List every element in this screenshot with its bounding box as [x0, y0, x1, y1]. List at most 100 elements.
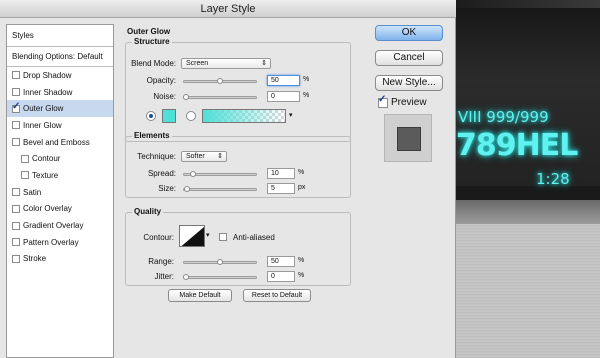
jitter-field[interactable]: 0 — [267, 271, 295, 282]
jitter-slider-knob[interactable] — [183, 274, 189, 280]
style-item-outer-glow[interactable]: Outer Glow — [7, 100, 113, 118]
style-item-label: Inner Glow — [23, 120, 62, 130]
reset-to-default-button[interactable]: Reset to Default — [243, 289, 311, 302]
outer-glow-panel: Outer Glow Structure Blend Mode: Screen … — [121, 24, 357, 358]
contour-label: Contour: — [143, 233, 174, 242]
technique-value: Softer — [186, 153, 205, 160]
solid-color-radio[interactable] — [146, 111, 156, 121]
style-item-texture[interactable]: Texture — [7, 167, 113, 184]
noise-unit: % — [303, 92, 310, 99]
spread-field[interactable]: 10 — [267, 168, 295, 179]
make-default-button[interactable]: Make Default — [168, 289, 232, 302]
canvas-metal-band — [455, 200, 600, 224]
style-item-stroke[interactable]: Stroke — [7, 251, 113, 268]
style-item-checkbox[interactable] — [12, 204, 20, 213]
anti-aliased-checkbox[interactable] — [219, 233, 227, 241]
chevron-updown-icon: ⇕ — [217, 153, 223, 160]
preview-swatch — [397, 127, 421, 151]
chevron-updown-icon: ⇕ — [261, 60, 267, 67]
noise-label: Noise: — [153, 92, 176, 101]
gradient-dropdown-icon[interactable]: ▾ — [289, 111, 293, 119]
canvas-glow-line1: VIII 999/999 — [458, 108, 549, 126]
style-item-inner-shadow[interactable]: Inner Shadow — [7, 84, 113, 101]
preview-toggle[interactable]: Preview — [378, 94, 427, 108]
blending-options-item[interactable]: Blending Options: Default — [7, 47, 113, 67]
new-style-button[interactable]: New Style... — [375, 75, 443, 91]
range-label: Range: — [148, 257, 174, 266]
style-item-label: Bevel and Emboss — [23, 137, 90, 147]
range-unit: % — [298, 257, 305, 264]
style-item-satin[interactable]: Satin — [7, 184, 113, 201]
opacity-unit: % — [303, 76, 310, 83]
canvas-glow-line2: 789HEL — [456, 128, 578, 163]
ok-button[interactable]: OK — [375, 25, 443, 41]
gradient-radio[interactable] — [186, 111, 196, 121]
style-item-label: Drop Shadow — [23, 70, 72, 80]
preview-thumbnail — [384, 114, 432, 162]
range-field[interactable]: 50 — [267, 256, 295, 267]
jitter-unit: % — [298, 272, 305, 279]
layer-style-dialog: Layer Style Styles Blending Options: Def… — [0, 0, 456, 358]
style-item-label: Inner Shadow — [23, 87, 73, 97]
opacity-label: Opacity: — [146, 76, 176, 85]
size-slider[interactable] — [183, 188, 257, 191]
style-item-checkbox[interactable] — [12, 88, 20, 97]
structure-title: Structure — [132, 37, 172, 46]
style-item-label: Texture — [32, 170, 59, 180]
glow-gradient-picker[interactable] — [202, 109, 286, 123]
style-item-checkbox[interactable] — [21, 171, 29, 180]
range-slider-knob[interactable] — [217, 259, 223, 265]
style-item-gradient-overlay[interactable]: Gradient Overlay — [7, 217, 113, 234]
styles-list: Styles Blending Options: Default Drop Sh… — [6, 24, 114, 358]
style-item-checkbox[interactable] — [12, 238, 20, 247]
opacity-slider-knob[interactable] — [217, 78, 223, 84]
contour-dropdown-icon[interactable]: ▾ — [206, 231, 210, 239]
styles-header[interactable]: Styles — [7, 25, 113, 47]
noise-slider-knob[interactable] — [183, 94, 189, 100]
style-item-checkbox[interactable] — [12, 254, 20, 263]
noise-slider[interactable] — [183, 96, 257, 99]
jitter-label: Jitter: — [154, 272, 174, 281]
noise-field[interactable]: 0 — [267, 91, 300, 102]
contour-picker[interactable] — [179, 225, 205, 247]
canvas-top-strip — [455, 0, 600, 8]
style-item-color-overlay[interactable]: Color Overlay — [7, 201, 113, 218]
size-unit: px — [298, 184, 306, 191]
style-item-checkbox[interactable] — [12, 138, 20, 147]
style-item-checkbox[interactable] — [12, 221, 20, 230]
style-item-label: Stroke — [23, 254, 47, 264]
canvas-display — [455, 0, 600, 198]
style-item-checkbox[interactable] — [21, 154, 29, 163]
style-item-label: Outer Glow — [23, 104, 64, 114]
canvas-glow-line3: 1:28 — [536, 170, 570, 188]
spread-slider-knob[interactable] — [189, 171, 196, 177]
style-item-checkbox[interactable] — [12, 121, 20, 130]
quality-title: Quality — [132, 207, 164, 216]
cancel-button[interactable]: Cancel — [375, 50, 443, 66]
style-item-bevel-and-emboss[interactable]: Bevel and Emboss — [7, 134, 113, 151]
style-item-label: Satin — [23, 187, 42, 197]
dialog-title: Layer Style — [0, 0, 456, 18]
technique-select[interactable]: Softer ⇕ — [181, 151, 227, 162]
technique-label: Technique: — [137, 152, 176, 161]
style-item-checkbox[interactable] — [12, 188, 20, 197]
elements-group: Elements Technique: Softer ⇕ Spread: 10 … — [125, 131, 351, 198]
style-item-inner-glow[interactable]: Inner Glow — [7, 117, 113, 134]
jitter-slider[interactable] — [183, 276, 257, 279]
canvas-dark-band — [455, 186, 600, 200]
blend-mode-select[interactable]: Screen ⇕ — [181, 58, 271, 69]
size-label: Size: — [158, 184, 176, 193]
style-item-pattern-overlay[interactable]: Pattern Overlay — [7, 234, 113, 251]
style-item-checkbox[interactable] — [12, 101, 20, 113]
preview-checkbox[interactable] — [378, 94, 388, 108]
glow-color-swatch[interactable] — [162, 109, 176, 123]
style-item-checkbox[interactable] — [12, 71, 20, 80]
opacity-field[interactable]: 50 — [267, 75, 300, 86]
style-item-contour[interactable]: Contour — [7, 150, 113, 167]
style-item-label: Pattern Overlay — [23, 237, 79, 247]
size-field[interactable]: 5 — [267, 183, 295, 194]
style-item-label: Gradient Overlay — [23, 221, 84, 231]
size-slider-knob[interactable] — [184, 186, 191, 192]
style-item-drop-shadow[interactable]: Drop Shadow — [7, 67, 113, 84]
spread-label: Spread: — [147, 169, 176, 178]
